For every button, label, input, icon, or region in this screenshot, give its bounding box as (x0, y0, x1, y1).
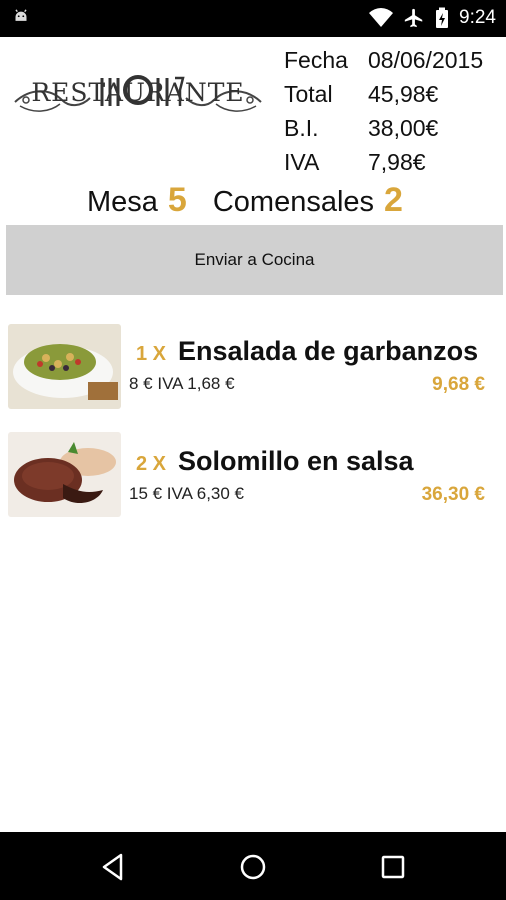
vat-value: 7,98€ (368, 148, 426, 175)
summary-row-date: Fecha 08/06/2015 (284, 43, 504, 77)
summary-row-vat: IVA 7,98€ (284, 145, 504, 179)
item-quantity: 2 X (136, 453, 167, 475)
date-value: 08/06/2015 (368, 46, 484, 73)
order-item[interactable]: 2 X Solomillo en salsa 15 € IVA 6,30 € 3… (0, 428, 506, 528)
chickpea-salad-photo (8, 324, 121, 409)
order-item[interactable]: 1 X Ensalada de garbanzos 8 € IVA 1,68 €… (0, 318, 506, 418)
item-name: Ensalada de garbanzos (178, 336, 479, 366)
item-quantity: 1 X (136, 343, 167, 365)
tax-base-value: 38,00€ (368, 114, 439, 141)
navigation-bar (0, 832, 506, 900)
android-icon (15, 9, 27, 21)
tax-base-label: B.I. (284, 114, 319, 141)
airplane-mode-icon (404, 8, 423, 28)
status-bar: 9:24 (0, 0, 506, 37)
recents-icon[interactable] (376, 850, 410, 884)
item-detail: 8 € IVA 1,68 € (129, 374, 235, 393)
item-detail: 15 € IVA 6,30 € (129, 484, 244, 503)
item-price: 36,30 € (421, 484, 485, 505)
sirloin-in-sauce-photo (8, 432, 121, 517)
diners-count: 2 (384, 181, 403, 219)
table-label: Mesa (87, 186, 158, 218)
summary-row-base: B.I. 38,00€ (284, 111, 504, 145)
total-value: 45,98€ (368, 80, 439, 107)
item-name: Solomillo en salsa (178, 446, 414, 476)
home-icon[interactable] (236, 850, 270, 884)
back-icon[interactable] (96, 850, 130, 884)
vat-label: IVA (284, 148, 320, 175)
battery-charging-icon (436, 7, 449, 28)
diners-label: Comensales (212, 186, 375, 218)
send-to-kitchen-label: Enviar a Cocina (194, 250, 315, 269)
summary-row-total: Total 45,98€ (284, 77, 504, 111)
logo-text: RESTAURANTE (31, 78, 245, 107)
total-label: Total (284, 80, 333, 107)
clock: 9:24 (459, 7, 496, 28)
table-number: 5 (167, 181, 187, 219)
order-summary: Fecha 08/06/2015 Total 45,98€ B.I. 38,00… (284, 43, 504, 179)
table-info: Mesa 5 Comensales 2 (87, 181, 403, 221)
wifi-icon (369, 8, 394, 27)
date-label: Fecha (284, 46, 348, 73)
item-price: 9,68 € (432, 374, 485, 395)
send-to-kitchen-button[interactable]: Enviar a Cocina (6, 225, 503, 295)
